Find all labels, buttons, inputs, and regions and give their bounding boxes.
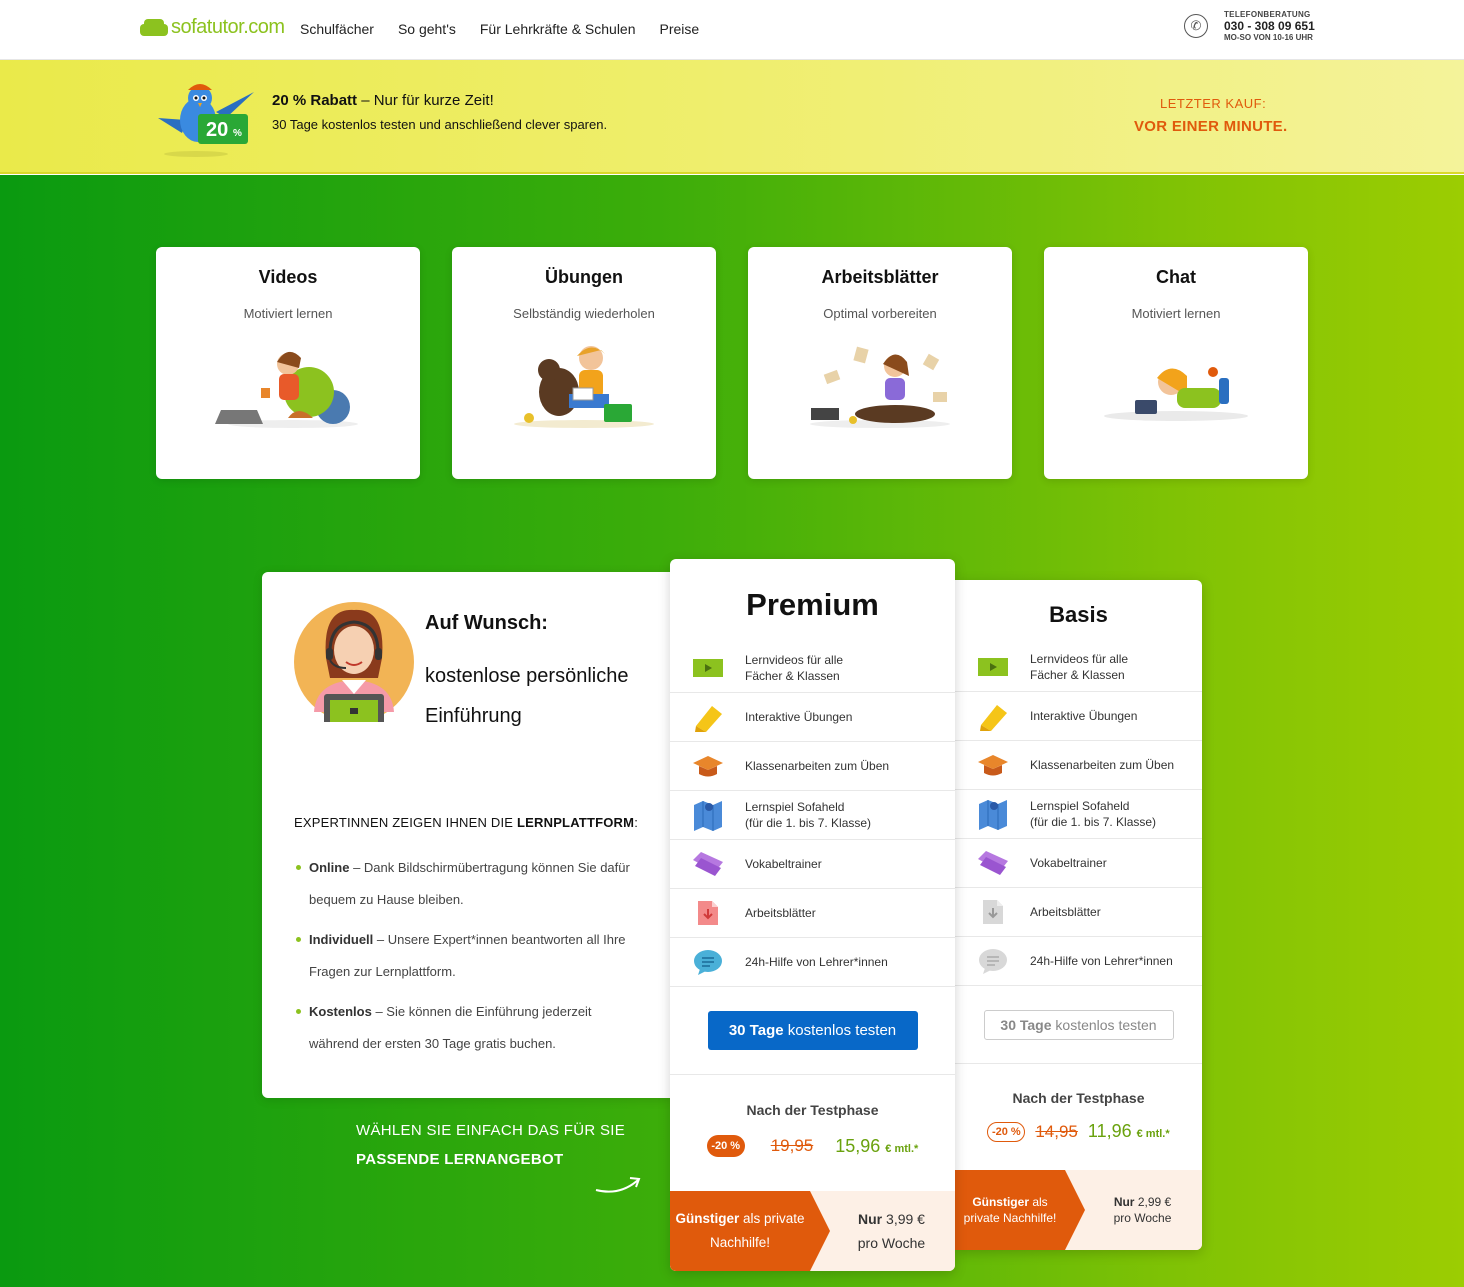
feature-subtitle: Optimal vorbereiten <box>823 306 937 321</box>
site-header: sofatutor.com Schulfächer So geht's Für … <box>0 0 1464 60</box>
plan-feature-row: Vokabeltrainer <box>670 839 955 888</box>
basis-plan-card: Basis Lernvideos für alle Fächer & Klasse… <box>955 580 1202 1250</box>
plan-feature-row: Klassenarbeiten zum Üben <box>670 741 955 790</box>
premium-trial-button[interactable]: 30 Tage kostenlos testen <box>707 1011 918 1050</box>
svg-text:20: 20 <box>206 119 228 141</box>
kid-throwing-papers-illustration <box>810 346 950 428</box>
price-row: -20 % 19,95 15,96 € mtl.* <box>670 1135 955 1157</box>
bird-mascot-icon: 20 % <box>158 84 254 157</box>
promo-subtitle: 30 Tage kostenlos testen und anschließen… <box>272 117 608 132</box>
flashcards-icon <box>955 849 1030 877</box>
nav-item-lehrkraefte[interactable]: Für Lehrkräfte & Schulen <box>480 21 636 37</box>
nav-item-preise[interactable]: Preise <box>660 21 700 37</box>
new-price: 11,96 € mtl.* <box>1087 1121 1170 1141</box>
plan-feature-row: 24h-Hilfe von Lehrer*innen <box>670 937 955 986</box>
cheaper-banner: Günstiger als private Nachhilfe! Nur 3,9… <box>670 1191 955 1271</box>
plan-feature-row: Klassenarbeiten zum Üben <box>955 740 1202 789</box>
after-trial-label: Nach der Testphase <box>746 1102 879 1118</box>
plan-feature-row: Lernvideos für alle Fächer & Klassen <box>670 643 955 692</box>
phone-number: 030 - 308 09 651 <box>1224 19 1315 33</box>
plan-feature-row: Lernspiel Sofaheld (für die 1. bis 7. Kla… <box>955 789 1202 838</box>
feature-subtitle: Selbständig wiederholen <box>513 306 655 321</box>
pencil-icon <box>955 701 1030 731</box>
svg-text:%: % <box>233 128 242 139</box>
worksheet-icon <box>955 898 1030 926</box>
feature-subtitle: Motiviert lernen <box>1131 306 1221 321</box>
last-purchase-label: LETZTER KAUF: <box>1160 96 1267 111</box>
flashcards-icon <box>670 850 745 878</box>
plan-feature-row: Vokabeltrainer <box>955 838 1202 887</box>
choose-offer-text: WÄHLEN SIE EINFACH DAS FÜR SIE PASSENDE … <box>356 1122 626 1168</box>
list-item: Kostenlos – Sie können die Einführung je… <box>294 996 644 1060</box>
kid-with-laptop-illustration <box>215 351 358 428</box>
logo-text: sofatutor.com <box>171 16 285 38</box>
cheaper-banner: Günstiger als private Nachhilfe! Nur 2,9… <box>955 1170 1202 1250</box>
graduation-cap-icon <box>670 754 745 778</box>
wish-title: Auf Wunsch: <box>425 612 548 634</box>
phone-label: TELEFONBERATUNG <box>1224 10 1311 19</box>
nav-item-so-gehts[interactable]: So geht's <box>398 21 456 37</box>
plan-feature-row: Interaktive Übungen <box>670 692 955 741</box>
basis-feature-list: Lernvideos für alle Fächer & Klassen Inte… <box>955 642 1202 986</box>
main-nav: Schulfächer So geht's Für Lehrkräfte & S… <box>300 21 699 37</box>
kid-with-dog-illustration <box>514 346 654 428</box>
feature-title: Videos <box>258 267 318 287</box>
feature-card-videos[interactable]: Videos Motiviert lernen <box>156 247 420 479</box>
phone-icon: ✆ <box>1184 14 1208 38</box>
promo-banner: 20 % 20 % Rabatt – Nur für kurze Zeit! 3… <box>0 60 1464 174</box>
video-icon <box>955 656 1030 678</box>
new-price: 15,96 € mtl.* <box>835 1135 919 1156</box>
plan-feature-row: 24h-Hilfe von Lehrer*innen <box>955 936 1202 985</box>
plan-feature-row: Arbeitsblätter <box>670 888 955 937</box>
old-price: 19,95 <box>770 1136 814 1155</box>
nav-item-schulfaecher[interactable]: Schulfächer <box>300 21 374 37</box>
map-icon <box>670 799 745 831</box>
consultant-avatar <box>294 602 414 722</box>
plan-feature-row: Lernvideos für alle Fächer & Klassen <box>955 642 1202 691</box>
kid-lying-with-tablet-illustration <box>1104 367 1248 421</box>
plan-feature-row: Arbeitsblätter <box>955 887 1202 936</box>
last-purchase-value: VOR EINER MINUTE. <box>1134 118 1288 135</box>
phone-hours: MO-SO VON 10-16 UHR <box>1224 33 1313 42</box>
video-icon <box>670 657 745 679</box>
sofatutor-logo[interactable]: sofatutor.com <box>140 16 285 39</box>
feature-card-uebungen[interactable]: Übungen Selbständig wiederholen <box>452 247 716 479</box>
premium-plan-card: Premium Lernvideos für alle Fächer & Klas… <box>670 559 955 1271</box>
map-icon <box>955 798 1030 830</box>
list-item: Online – Dank Bildschirmübertragung könn… <box>294 852 644 916</box>
chat-bubble-icon <box>670 949 745 975</box>
plan-feature-row: Lernspiel Sofaheld (für die 1. bis 7. Kla… <box>670 790 955 839</box>
price-row: -20 % 14,95 11,96 € mtl.* <box>955 1121 1202 1142</box>
list-item: Individuell – Unsere Expert*innen beantw… <box>294 924 644 988</box>
feature-subtitle: Motiviert lernen <box>243 306 333 321</box>
phone-consultation[interactable]: ✆ TELEFONBERATUNG 030 - 308 09 651 MO-SO… <box>1184 10 1315 42</box>
intro-card: Auf Wunsch: kostenlose persönliche Einfü… <box>262 572 672 1098</box>
promo-title: 20 % Rabatt – Nur für kurze Zeit! <box>272 92 494 109</box>
after-trial-label: Nach der Testphase <box>1012 1090 1145 1106</box>
worksheet-icon <box>670 899 745 927</box>
plan-feature-row: Interaktive Übungen <box>955 691 1202 740</box>
feature-card-arbeitsblaetter[interactable]: Arbeitsblätter Optimal vorbereiten <box>748 247 1012 479</box>
feature-card-chat[interactable]: Chat Motiviert lernen <box>1044 247 1308 479</box>
pencil-icon <box>670 702 745 732</box>
old-price: 14,95 <box>1035 1121 1078 1141</box>
discount-badge: -20 % <box>987 1121 1026 1142</box>
basis-trial-button[interactable]: 30 Tage kostenlos testen <box>983 1009 1174 1040</box>
wish-text: kostenlose persönliche Einführung <box>425 665 629 727</box>
feature-title: Übungen <box>545 267 623 287</box>
plan-title: Premium <box>746 587 879 622</box>
plan-title: Basis <box>1049 602 1108 627</box>
chat-bubble-icon <box>955 948 1030 974</box>
sofa-icon <box>140 18 168 38</box>
graduation-cap-icon <box>955 753 1030 777</box>
expert-heading: EXPERTINNEN ZEIGEN IHNEN DIE LERNPLATTFO… <box>294 815 638 830</box>
feature-title: Arbeitsblätter <box>821 267 939 287</box>
curved-arrow-icon <box>595 1177 641 1193</box>
premium-feature-list: Lernvideos für alle Fächer & Klassen Inte… <box>670 643 955 987</box>
intro-bullets: Online – Dank Bildschirmübertragung könn… <box>294 852 644 1068</box>
discount-badge: -20 % <box>706 1135 745 1157</box>
feature-title: Chat <box>1156 267 1196 287</box>
